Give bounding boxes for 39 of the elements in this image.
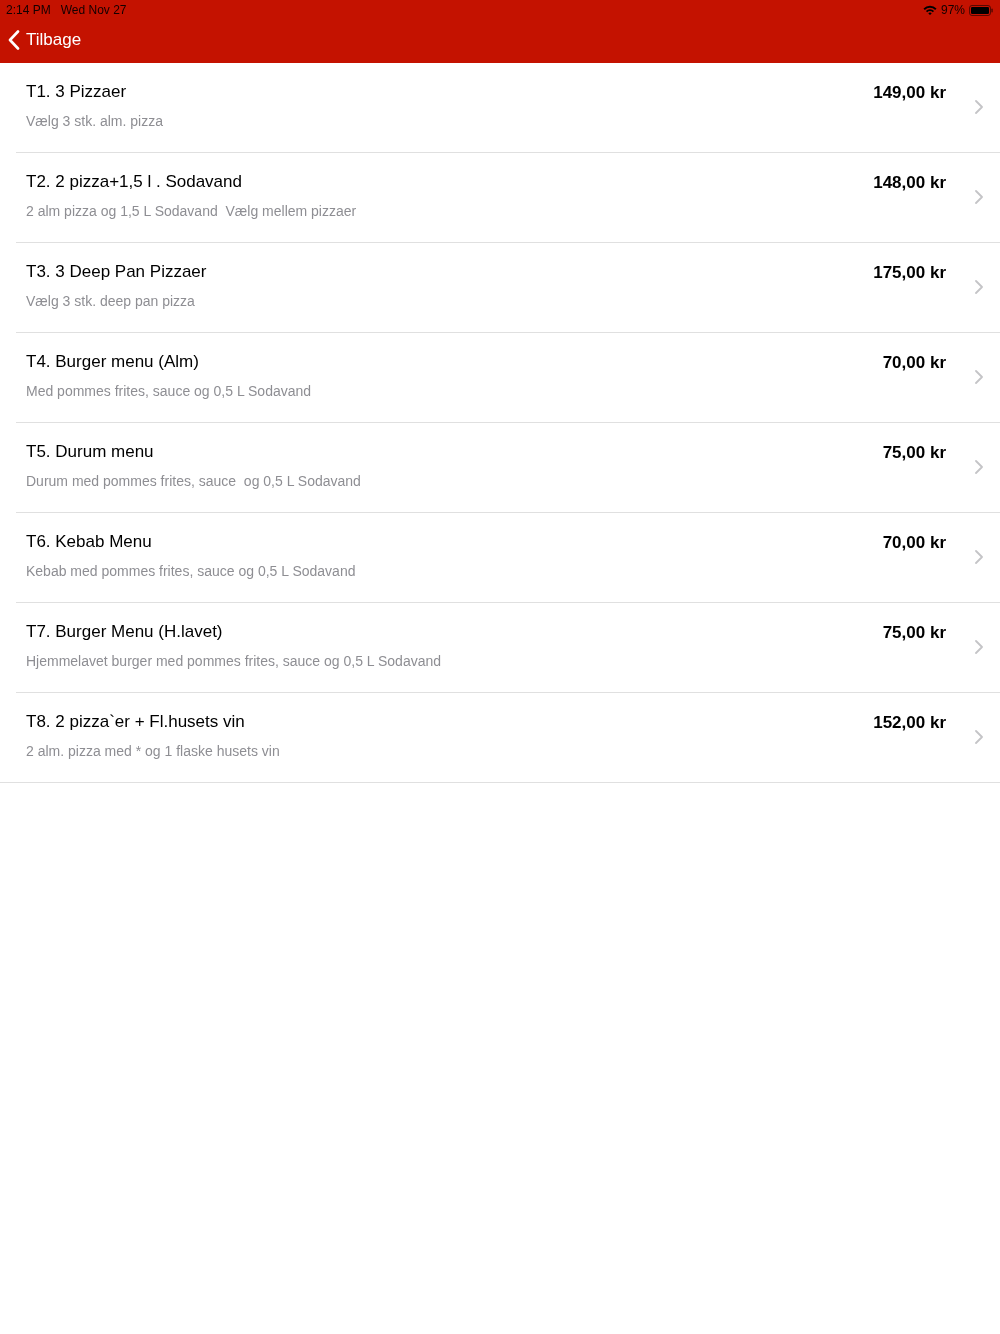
chevron-right-icon: [975, 730, 983, 744]
item-description: 2 alm. pizza med * og 1 flaske husets vin: [26, 742, 280, 760]
item-description: Vælg 3 stk. alm. pizza: [26, 112, 163, 130]
chevron-right-icon: [975, 190, 983, 204]
item-title: T1. 3 Pizzaer: [26, 82, 127, 102]
battery-icon: [969, 4, 993, 16]
battery-percent: 97%: [940, 3, 965, 17]
item-price: 149,00 kr: [873, 82, 946, 104]
item-price: 75,00 kr: [882, 442, 946, 464]
chevron-right-icon: [975, 550, 983, 564]
chevron-left-icon: [8, 29, 20, 50]
back-button[interactable]: Tilbage: [8, 29, 82, 50]
item-description: Hjemmelavet burger med pommes frites, sauce og 0,5 L Sodavand: [26, 652, 442, 670]
item-title: T6. Kebab Menu: [26, 532, 152, 552]
item-title: T3. 3 Deep Pan Pizzaer: [26, 262, 207, 282]
item-title: T7. Burger Menu (H.lavet): [26, 622, 223, 642]
item-description: Med pommes frites, sauce og 0,5 L Sodavand: [26, 382, 312, 400]
item-description: Kebab med pommes frites, sauce og 0,5 L Sodavand: [26, 562, 356, 580]
item-title: T8. 2 pizza`er + Fl.husets vin: [26, 712, 245, 732]
item-description: 2 alm pizza og 1,5 L Sodavand Vælg mellem pizzaer: [26, 202, 357, 220]
item-description: Durum med pommes frites, sauce og 0,5 L Sodavand: [26, 472, 361, 490]
wifi-icon: [922, 5, 937, 15]
item-price: 75,00 kr: [882, 622, 946, 644]
item-description: Vælg 3 stk. deep pan pizza: [26, 292, 195, 310]
status-date: Wed Nov 27: [60, 3, 127, 17]
item-price: 148,00 kr: [873, 172, 946, 194]
item-title: T2. 2 pizza+1,5 l . Sodavand: [26, 172, 242, 192]
chevron-right-icon: [975, 370, 983, 384]
item-price: 70,00 kr: [882, 532, 946, 554]
item-price: 70,00 kr: [882, 352, 946, 374]
item-price: 175,00 kr: [873, 262, 946, 284]
chevron-right-icon: [975, 640, 983, 654]
chevron-right-icon: [975, 100, 983, 114]
item-price: 152,00 kr: [873, 712, 946, 734]
item-title: T4. Burger menu (Alm): [26, 352, 199, 372]
item-title: T5. Durum menu: [26, 442, 154, 462]
chevron-right-icon: [975, 280, 983, 294]
status-time: 2:14 PM: [6, 3, 51, 17]
chevron-right-icon: [975, 460, 983, 474]
